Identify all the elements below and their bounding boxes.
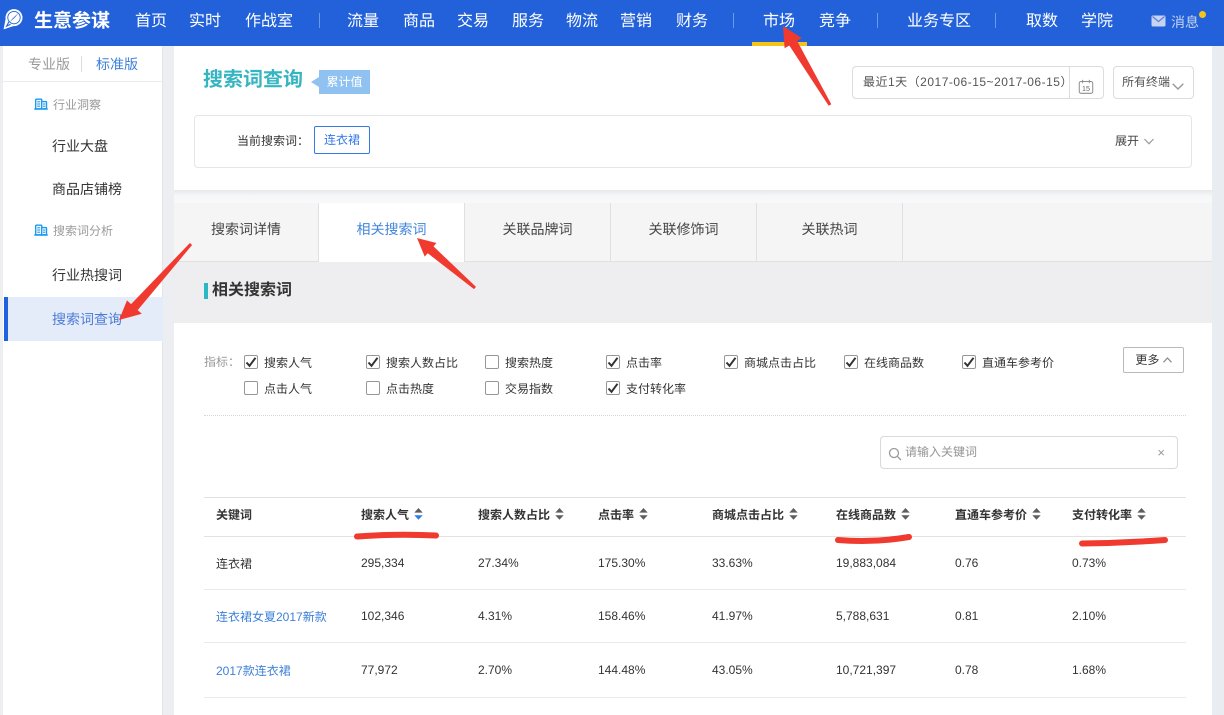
svg-text:15: 15 [1082,85,1090,93]
